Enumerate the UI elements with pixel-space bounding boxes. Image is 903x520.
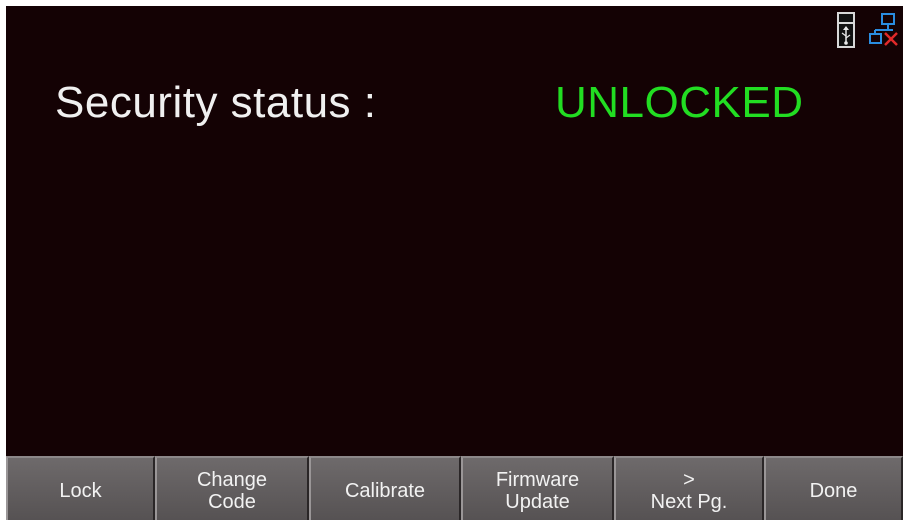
usb-storage-icon xyxy=(837,12,855,48)
softkey-label: Update xyxy=(505,491,570,513)
softkey-label: Change xyxy=(196,469,268,491)
security-status-value: UNLOCKED xyxy=(555,78,804,127)
status-icons xyxy=(837,12,899,48)
softkey-label: Code xyxy=(208,491,256,513)
softkey-label: Next Pg. xyxy=(650,491,728,513)
calibrate-button[interactable]: Calibrate xyxy=(309,456,461,520)
firmware-update-button[interactable]: Firmware Update xyxy=(461,456,614,520)
softkey-bar: Lock Change Code Calibrate Firmware Upda… xyxy=(6,456,903,520)
security-status-label: Security status : xyxy=(55,78,377,127)
change-code-button[interactable]: Change Code xyxy=(155,456,309,520)
done-button[interactable]: Done xyxy=(764,456,903,520)
network-disconnected-icon xyxy=(869,12,899,46)
chevron-right-icon: > xyxy=(683,469,695,491)
instrument-screen: Security status : UNLOCKED Lock Change C… xyxy=(6,6,903,520)
next-page-button[interactable]: > Next Pg. xyxy=(614,456,764,520)
softkey-label: Lock xyxy=(59,480,102,502)
softkey-label: Calibrate xyxy=(344,480,426,502)
softkey-label: Done xyxy=(809,480,858,502)
softkey-label: Firmware xyxy=(495,469,580,491)
lock-button[interactable]: Lock xyxy=(6,456,155,520)
